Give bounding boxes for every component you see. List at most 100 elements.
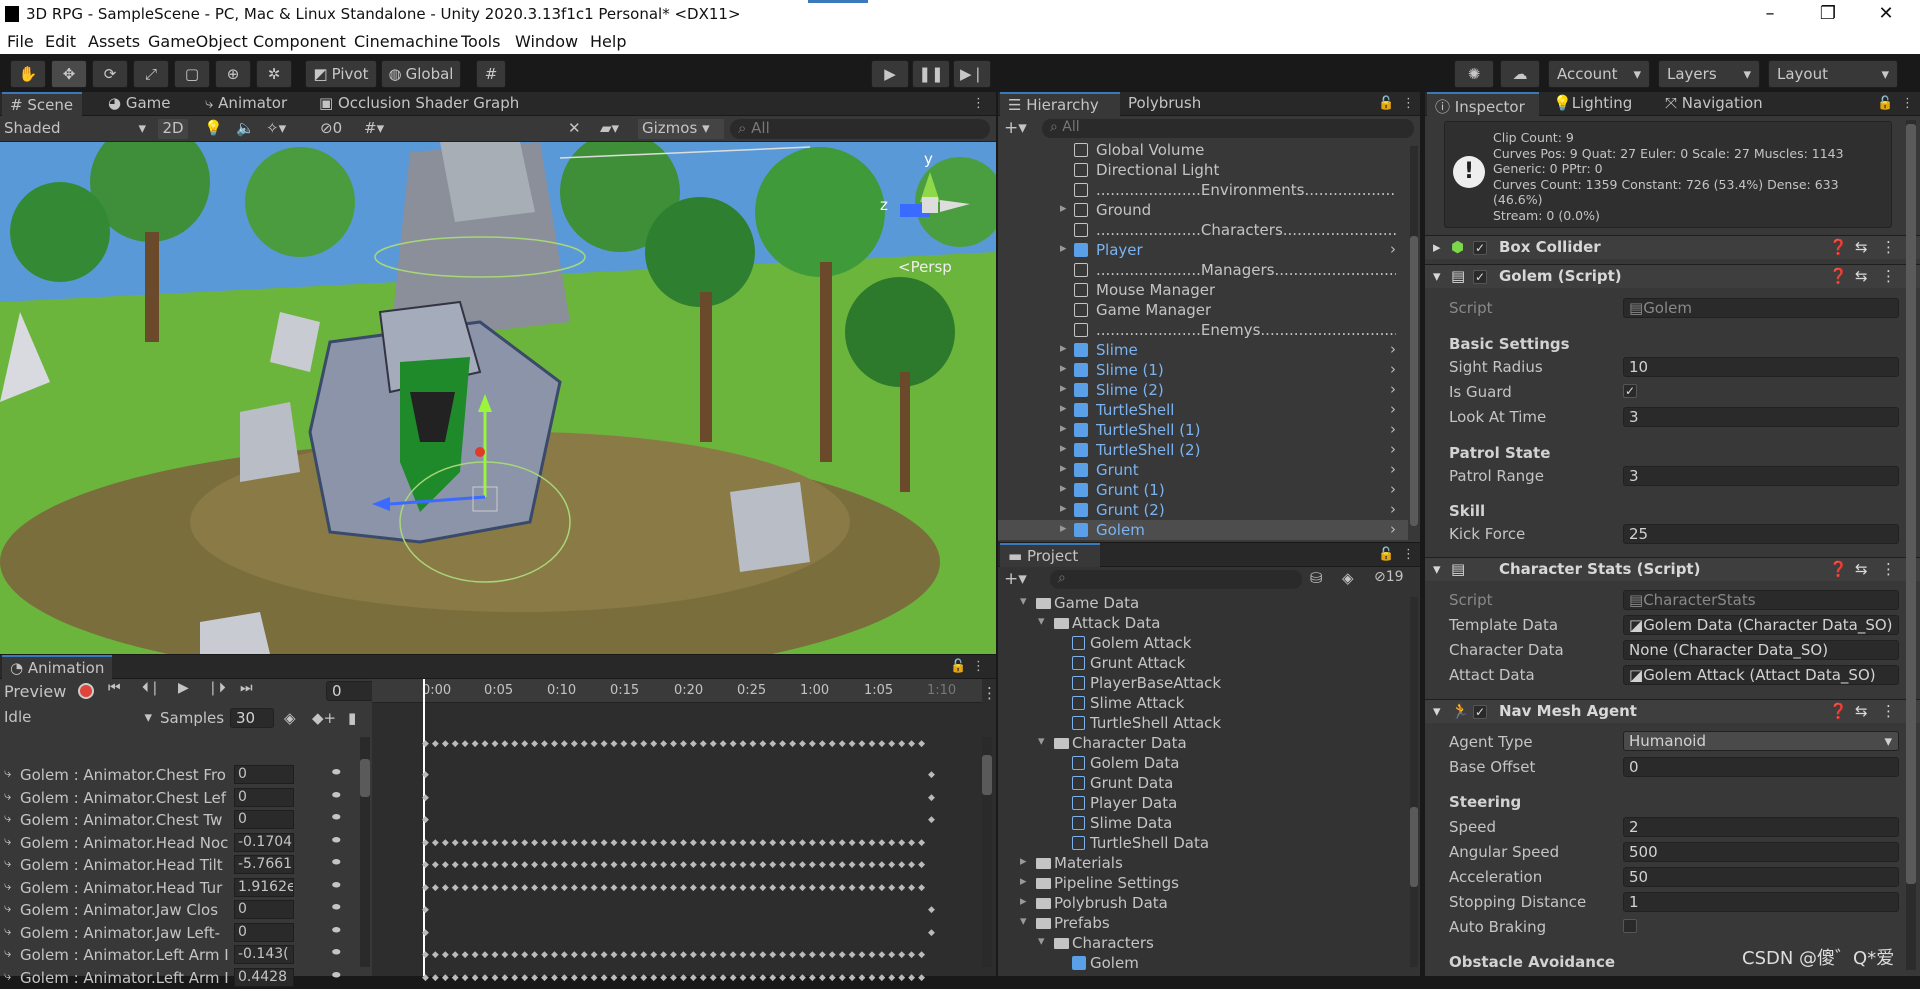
key-toggle-icon[interactable]: ⬬ [332, 767, 341, 778]
dopesheet-scrollbar[interactable] [982, 737, 992, 967]
more-icon[interactable]: ⋮ [1881, 267, 1896, 285]
foldout-icon[interactable]: ▸ [1020, 894, 1027, 909]
property-row[interactable]: ⤷ Golem : Animator.Jaw Left- 0 ⬬ [0, 922, 365, 944]
preset-icon[interactable]: ⇆ [1855, 560, 1868, 578]
prev-key-icon[interactable]: ⏴❘ [142, 680, 161, 696]
open-prefab-icon[interactable]: › [1390, 420, 1396, 438]
property-keyframe-end[interactable]: ◆ [928, 770, 942, 780]
samples-input[interactable]: 30 [230, 708, 274, 728]
angular-speed-input[interactable]: 500 [1623, 842, 1899, 862]
step-button[interactable]: ▶❘ [953, 60, 991, 88]
search-by-type-icon[interactable]: ⛁ [1310, 569, 1323, 587]
next-key-icon[interactable]: ❘⏵ [207, 680, 226, 696]
property-value-input[interactable]: 0 [234, 900, 294, 919]
kick-force-input[interactable]: 25 [1623, 524, 1899, 544]
foldout-icon[interactable]: ▸ [1020, 854, 1027, 869]
project-item[interactable]: ▸ Polybrush Data [998, 893, 1408, 913]
key-toggle-icon[interactable]: ⬬ [332, 857, 341, 868]
global-button[interactable]: ◍ Global [381, 60, 461, 88]
more-icon[interactable]: ⋮ [1402, 96, 1415, 111]
property-keyframes[interactable]: ◆◆◆◆◆◆◆◆◆◆◆◆◆◆◆◆◆◆◆◆◆◆◆◆◆◆◆◆◆◆◆◆◆◆◆◆◆◆◆◆… [422, 950, 934, 960]
hierarchy-item[interactable]: ▸ Slime › [998, 340, 1408, 360]
project-item[interactable]: TurtleShell Attack [998, 713, 1408, 733]
hierarchy-item[interactable]: ▸ TurtleShell › [998, 400, 1408, 420]
minimize-icon[interactable]: – [1750, 3, 1790, 25]
hierarchy-item[interactable]: ......................Environments......… [998, 180, 1408, 200]
property-keyframes[interactable]: ◆ [422, 770, 934, 780]
property-row[interactable]: ⤷ Golem : Animator.Chest Lef 0 ⬬ [0, 787, 365, 809]
pause-button[interactable]: ❚❚ [912, 60, 950, 88]
hierarchy-item[interactable]: Mouse Manager [998, 280, 1408, 300]
property-value-input[interactable]: 0 [234, 787, 294, 807]
more-icon[interactable]: ⋮ [1402, 547, 1415, 562]
hierarchy-item[interactable]: Directional Light [998, 160, 1408, 180]
menu-window[interactable]: Window [515, 32, 578, 51]
project-item[interactable]: ▸ Pipeline Settings [998, 873, 1408, 893]
property-keyframe-end[interactable]: ◆ [928, 928, 942, 938]
tab-lighting[interactable]: 💡Lighting [1545, 92, 1640, 116]
lock-icon[interactable]: 🔓 [1378, 96, 1394, 111]
gizmos-dropdown[interactable]: Gizmos ▾ [638, 119, 724, 139]
nav-agent-enabled[interactable]: ✓ [1473, 705, 1487, 719]
hierarchy-item[interactable]: Global Volume [998, 140, 1408, 160]
foldout-icon[interactable]: ▸ [1060, 441, 1067, 456]
tab-animator[interactable]: ⤷ Animator [197, 92, 295, 116]
property-keyframes[interactable]: ◆◆◆◆◆◆◆◆◆◆◆◆◆◆◆◆◆◆◆◆◆◆◆◆◆◆◆◆◆◆◆◆◆◆◆◆◆◆◆◆… [422, 860, 934, 870]
agent-type-dropdown[interactable]: Humanoid ▾ [1623, 731, 1899, 751]
scroll-thumb[interactable] [360, 759, 370, 797]
property-value-input[interactable]: -0.143( [234, 945, 294, 964]
project-item[interactable]: PlayerBaseAttack [998, 673, 1408, 693]
property-keyframes[interactable]: ◆◆◆◆◆◆◆◆◆◆◆◆◆◆◆◆◆◆◆◆◆◆◆◆◆◆◆◆◆◆◆◆◆◆◆◆◆◆◆◆… [422, 883, 934, 893]
foldout-icon[interactable]: ▾ [1433, 702, 1441, 720]
lock-icon[interactable]: 🔓 [1378, 547, 1394, 562]
hierarchy-item[interactable]: Game Manager [998, 300, 1408, 320]
foldout-icon[interactable]: ▸ [1020, 874, 1027, 889]
scroll-thumb[interactable] [1410, 807, 1418, 887]
menu-cinemachine[interactable]: Cinemachine [354, 32, 458, 51]
open-prefab-icon[interactable]: › [1390, 440, 1396, 458]
restore-icon[interactable]: ❐ [1808, 3, 1848, 25]
menu-tools[interactable]: Tools [461, 32, 500, 51]
more-icon[interactable]: ⋮ [1901, 96, 1914, 111]
property-value-input[interactable]: 0.4428 [234, 967, 294, 987]
tab-scene[interactable]: # Scene [2, 92, 82, 116]
account-dropdown[interactable]: Account ▾ [1548, 60, 1650, 88]
property-keyframes[interactable]: ◆ [422, 815, 934, 825]
key-toggle-icon[interactable]: ⬬ [332, 925, 341, 936]
template-data-field[interactable]: ◪Golem Data (Character Data_SO) [1623, 615, 1899, 635]
property-row[interactable]: ⤷ Golem : Animator.Chest Fro 0 ⬬ [0, 764, 365, 786]
hidden-objects-icon[interactable]: ⊘0 [320, 119, 342, 137]
menu-component[interactable]: Component [253, 32, 346, 51]
project-item[interactable]: ▾ Game Data [998, 593, 1408, 613]
key-toggle-icon[interactable]: ⬬ [332, 880, 341, 891]
foldout-icon[interactable]: ▾ [1038, 934, 1045, 949]
scene-viewport[interactable]: y z <Persp [0, 142, 996, 654]
foldout-icon[interactable]: ▸ [1060, 521, 1067, 536]
property-row[interactable]: ⤷ Golem : Animator.Head Noc -0.1704 ⬬ [0, 832, 365, 854]
foldout-icon[interactable]: ▸ [1060, 501, 1067, 516]
character-data-field[interactable]: None (Character Data_SO) [1623, 640, 1899, 660]
property-row[interactable]: ⤷ Golem : Animator.Left Arm I 0.4428 ⬬ [0, 967, 365, 989]
project-item[interactable]: ▾ Characters [998, 933, 1408, 953]
grid-toggle-icon[interactable]: #▾ [364, 119, 384, 137]
hierarchy-item[interactable]: ▸ TurtleShell (2) › [998, 440, 1408, 460]
property-value-input[interactable]: -5.7661 [234, 855, 294, 874]
project-item[interactable]: ▾ Attack Data [998, 613, 1408, 633]
project-item[interactable]: ▾ Prefabs [998, 913, 1408, 933]
property-value-input[interactable]: 1.9162e [234, 877, 294, 897]
open-prefab-icon[interactable]: › [1390, 400, 1396, 418]
property-keyframes[interactable]: ◆ [422, 928, 934, 938]
speed-input[interactable]: 2 [1623, 817, 1899, 837]
hierarchy-item[interactable]: ▸ Player › [998, 240, 1408, 260]
foldout-icon[interactable]: ▸ [1060, 241, 1067, 256]
frame-input[interactable]: 0 [326, 681, 376, 701]
snap-grid-icon[interactable]: # [476, 60, 506, 88]
foldout-icon[interactable]: ▾ [1020, 594, 1027, 609]
preset-icon[interactable]: ⇆ [1855, 702, 1868, 720]
foldout-icon[interactable]: ▾ [1020, 914, 1027, 929]
foldout-icon[interactable]: ▸ [1060, 361, 1067, 376]
tab-game[interactable]: ◕ Game [100, 92, 179, 116]
property-keyframes[interactable]: ◆◆◆◆◆◆◆◆◆◆◆◆◆◆◆◆◆◆◆◆◆◆◆◆◆◆◆◆◆◆◆◆◆◆◆◆◆◆◆◆… [422, 838, 934, 848]
hierarchy-scrollbar[interactable] [1410, 146, 1418, 526]
hierarchy-item[interactable]: ▸ Golem › [998, 520, 1408, 540]
